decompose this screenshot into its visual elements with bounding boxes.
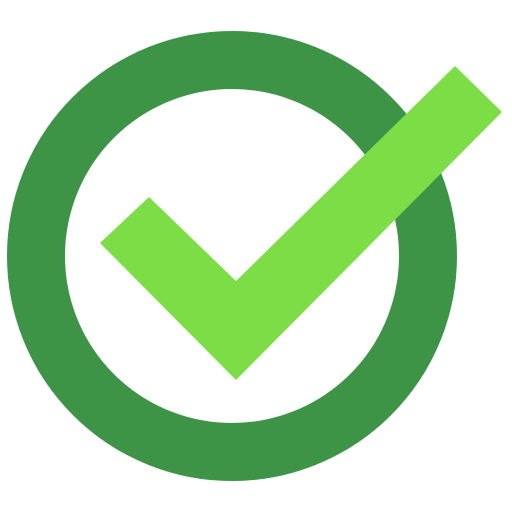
check-circle-svg <box>7 31 502 481</box>
outer-ring <box>7 31 457 481</box>
check-circle-icon <box>0 0 512 512</box>
